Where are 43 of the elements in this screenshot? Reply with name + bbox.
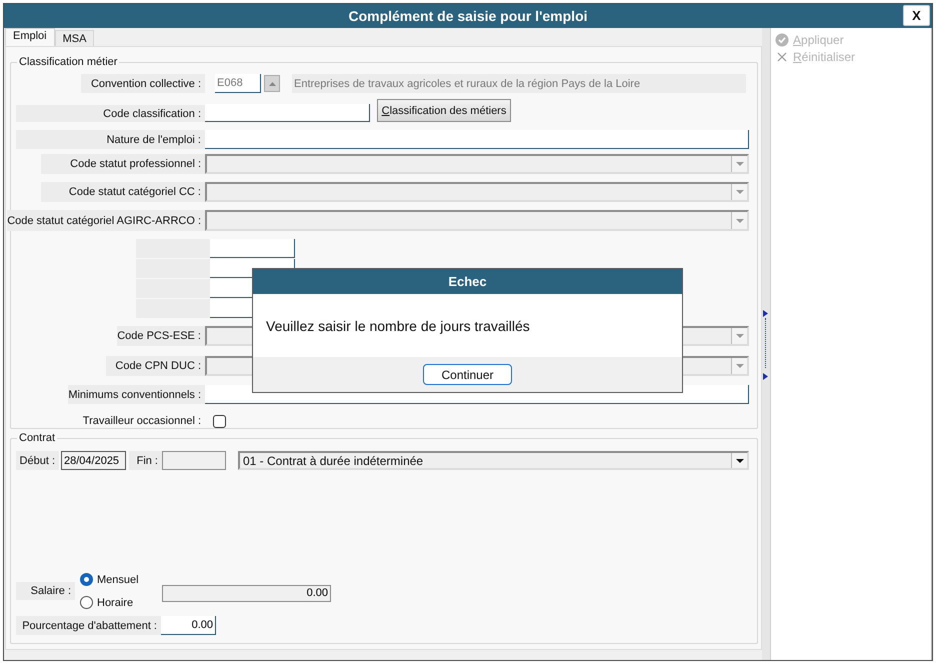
dropdown[interactable]: 01 - Contrat à durée indéterminée	[238, 451, 749, 470]
field-label: Convention collective :	[81, 74, 205, 93]
field-label: Code classification :	[16, 105, 205, 122]
dialog-message: Veuillez saisir le nombre de jours travaillés	[266, 318, 530, 334]
classification-button[interactable]: Classification des métiers	[377, 99, 511, 122]
close-button[interactable]: X	[903, 5, 930, 26]
check-circle-icon	[775, 33, 789, 47]
checkbox[interactable]	[213, 414, 226, 428]
window-title: Complément de saisie pour l'emploi	[348, 8, 588, 24]
dropdown-arrow-icon	[736, 364, 744, 368]
splitter-arrow-icon	[763, 310, 768, 317]
splitter-arrow-icon	[763, 373, 768, 380]
input-field[interactable]	[210, 239, 295, 258]
dropdown-arrow-icon	[736, 190, 744, 194]
percentage-field[interactable]: 0.00	[161, 616, 216, 635]
field-label: Code statut professionnel :	[41, 154, 205, 174]
field-label: Nature de l'emploi :	[16, 130, 205, 149]
date-field[interactable]: 28/04/2025	[61, 451, 126, 470]
input-field[interactable]	[205, 104, 370, 122]
up-arrow-icon	[268, 82, 276, 86]
field-label: Fin :	[129, 451, 162, 470]
input-field[interactable]	[205, 130, 749, 149]
continue-button[interactable]: Continuer	[423, 364, 512, 385]
field-label: Code statut catégoriel AGIRC-ARRCO :	[7, 210, 205, 231]
group-title: Contrat	[18, 432, 56, 444]
tab[interactable]: MSA	[54, 30, 94, 46]
dropdown-arrow-icon	[736, 458, 744, 462]
dialog-title: Echec	[448, 274, 487, 289]
field-label: Minimums conventionnels :	[68, 385, 205, 404]
tab[interactable]: Emploi	[5, 28, 55, 46]
dropdown-arrow-icon	[736, 162, 744, 166]
field-label: Code statut catégoriel CC :	[41, 182, 205, 202]
field-label: Début :	[16, 451, 59, 470]
field-label: Code PCS-ESE :	[117, 326, 205, 346]
group-title: Classification métier	[18, 56, 118, 68]
field-label: Travailleur occasionnel :	[82, 414, 202, 429]
close-icon	[775, 50, 789, 64]
field-label: Pourcentage d'abattement :	[16, 616, 161, 635]
field-label: Code CPN DUC :	[106, 356, 205, 376]
dropdown-arrow-icon	[736, 218, 744, 222]
dropdown-arrow-icon	[736, 334, 744, 338]
description-text: Entreprises de travaux agricoles et ruraux de la région Pays de la Loire	[292, 74, 746, 93]
field-label: Salaire :	[16, 582, 75, 600]
